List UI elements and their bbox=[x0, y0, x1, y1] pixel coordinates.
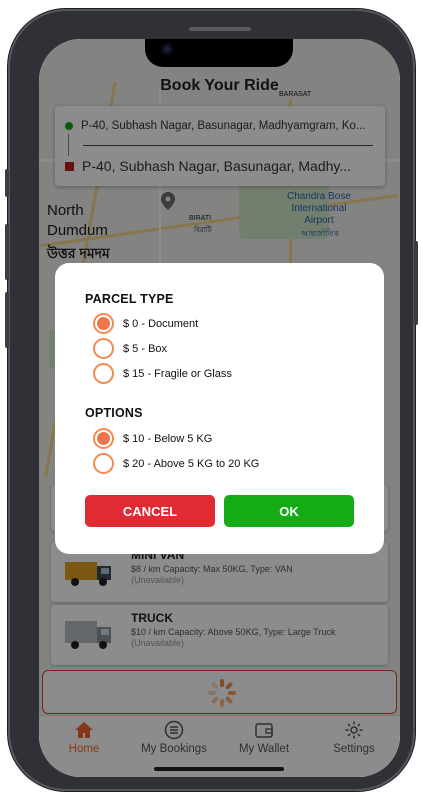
parcel-option-document[interactable]: $ 0 - Document bbox=[93, 313, 198, 334]
radio-button[interactable] bbox=[93, 363, 114, 384]
parcel-type-title: PARCEL TYPE bbox=[85, 292, 174, 306]
volume-down-button bbox=[5, 292, 9, 348]
options-title: OPTIONS bbox=[85, 406, 143, 420]
parcel-option-fragile[interactable]: $ 15 - Fragile or Glass bbox=[93, 363, 232, 384]
cancel-button[interactable]: CANCEL bbox=[85, 495, 215, 527]
phone-frame: North Dumdum উত্তর দমদম BIRATI বিরাটি Ch… bbox=[5, 9, 418, 791]
radio-button-selected[interactable] bbox=[93, 313, 114, 334]
screen: North Dumdum উত্তর দমদম BIRATI বিরাটি Ch… bbox=[39, 39, 400, 777]
volume-up-button bbox=[5, 224, 9, 280]
radio-button[interactable] bbox=[93, 338, 114, 359]
option-label: $ 15 - Fragile or Glass bbox=[123, 367, 232, 380]
radio-button[interactable] bbox=[93, 453, 114, 474]
radio-button-selected[interactable] bbox=[93, 428, 114, 449]
option-label: $ 10 - Below 5 KG bbox=[123, 432, 213, 445]
option-label: $ 0 - Document bbox=[123, 317, 199, 330]
mute-switch bbox=[5, 169, 9, 197]
option-label: $ 20 - Above 5 KG to 20 KG bbox=[123, 457, 260, 470]
weight-option-5-to-20kg[interactable]: $ 20 - Above 5 KG to 20 KG bbox=[93, 453, 259, 474]
weight-option-below-5kg[interactable]: $ 10 - Below 5 KG bbox=[93, 428, 212, 449]
parcel-dialog: PARCEL TYPE $ 0 - Document $ 5 - Box $ 1… bbox=[55, 263, 384, 554]
power-button bbox=[414, 241, 418, 325]
parcel-option-box[interactable]: $ 5 - Box bbox=[93, 338, 167, 359]
earpiece-speaker bbox=[189, 27, 251, 31]
front-camera-icon bbox=[161, 43, 173, 55]
option-label: $ 5 - Box bbox=[123, 342, 168, 355]
ok-button[interactable]: OK bbox=[224, 495, 354, 527]
camera-notch bbox=[145, 39, 293, 67]
